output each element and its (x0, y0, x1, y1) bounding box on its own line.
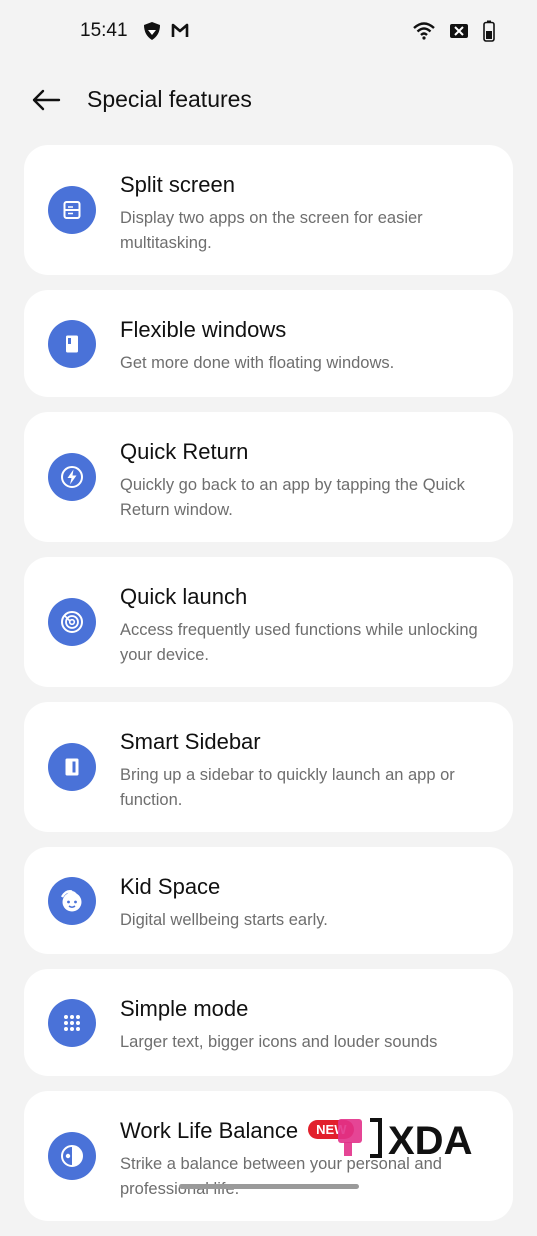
item-description: Display two apps on the screen for easie… (120, 209, 423, 252)
item-title: Split screen (120, 172, 235, 197)
arrow-left-icon (32, 89, 61, 111)
item-description: Access frequently used functions while u… (120, 621, 478, 664)
split-screen-icon (48, 186, 96, 234)
flexible-windows-item[interactable]: Flexible windows Get more done with floa… (24, 290, 513, 397)
simple-mode-item[interactable]: Simple mode Larger text, bigger icons an… (24, 969, 513, 1076)
fingerprint-icon (48, 598, 96, 646)
kid-space-item[interactable]: Kid Space Digital wellbeing starts early… (24, 847, 513, 954)
item-title: Work Life Balance NEW (120, 1118, 355, 1144)
smart-sidebar-item[interactable]: Smart Sidebar Bring up a sidebar to quic… (24, 702, 513, 832)
xda-logo-icon: XDA (338, 1118, 472, 1163)
gmail-icon (171, 23, 189, 37)
status-time: 15:41 (80, 20, 128, 41)
item-title: Quick launch (120, 584, 248, 609)
page-title: Special features (87, 86, 252, 112)
shield-app-icon (144, 22, 160, 40)
window-icon (48, 320, 96, 368)
battery-icon (483, 20, 495, 42)
quick-launch-item[interactable]: Quick launch Access frequently used func… (24, 557, 513, 687)
watermark-text: XDA (388, 1119, 472, 1160)
item-title-text: Work Life Balance (120, 1118, 299, 1143)
page-header: Special features (0, 72, 537, 128)
item-title: Kid Space (120, 874, 221, 899)
split-screen-item[interactable]: Split screen Display two apps on the scr… (24, 145, 513, 275)
feature-list: Split screen Display two apps on the scr… (24, 145, 513, 1236)
lightning-icon (48, 453, 96, 501)
back-button[interactable] (30, 84, 66, 116)
sidebar-icon (48, 743, 96, 791)
balance-icon (48, 1132, 96, 1180)
home-indicator[interactable] (179, 1184, 359, 1189)
grid-dots-icon (48, 999, 96, 1047)
status-bar: 15:41 (0, 0, 537, 64)
no-signal-icon (450, 24, 468, 38)
item-description: Digital wellbeing starts early. (120, 911, 328, 929)
item-title: Flexible windows (120, 317, 287, 342)
quick-return-item[interactable]: Quick Return Quickly go back to an app b… (24, 412, 513, 542)
item-title: Smart Sidebar (120, 729, 261, 754)
kid-face-icon (48, 877, 96, 925)
item-description: Bring up a sidebar to quickly launch an … (120, 766, 455, 809)
wifi-icon (413, 22, 435, 40)
xda-watermark: XDA (336, 1116, 512, 1163)
item-title: Quick Return (120, 439, 249, 464)
item-description: Quickly go back to an app by tapping the… (120, 476, 465, 519)
item-title: Simple mode (120, 996, 249, 1021)
item-description: Get more done with floating windows. (120, 354, 395, 372)
item-description: Larger text, bigger icons and louder sou… (120, 1033, 438, 1051)
